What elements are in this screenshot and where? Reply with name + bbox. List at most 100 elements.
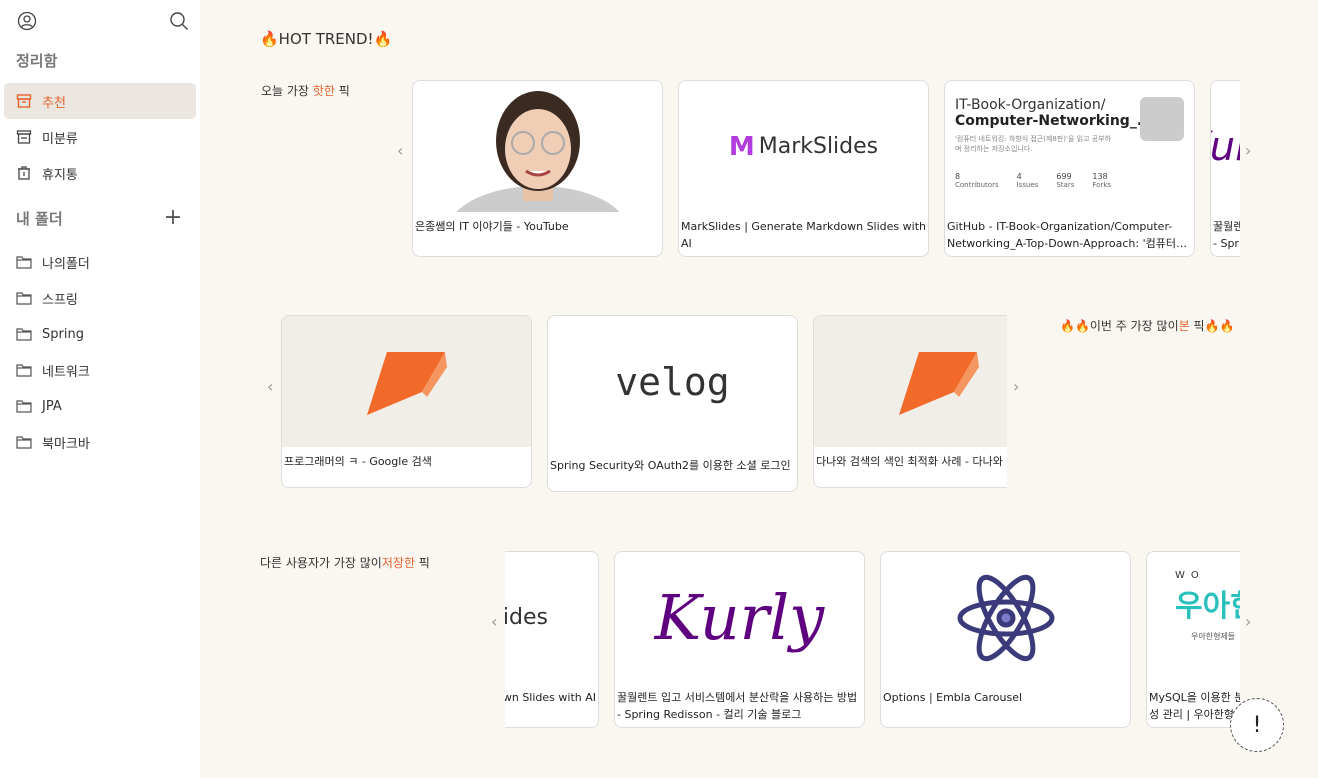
link-card[interactable]: M MarkSlides MarkSlides | Generate Markdo… xyxy=(678,80,929,257)
folder-label: 스프링 xyxy=(42,292,78,308)
link-card[interactable]: Kurly 꿀월렌트 입고 서비스템에서 분산락을 사용하는 방법 - Spri… xyxy=(614,551,865,728)
inbox-icon xyxy=(16,130,32,144)
carousel-hot: 은종쌤의 IT 이야기들 - YouTube M MarkSlides MarkS… xyxy=(412,80,1240,262)
card-title: 다나와 검색의 색인 최적화 사례 - 다나와 블로그 xyxy=(816,455,1007,468)
link-card[interactable]: IT-Book-Organization/ Computer-Networkin… xyxy=(944,80,1195,257)
woowa-sub: 우아한형제들 xyxy=(1191,632,1236,641)
help-button[interactable]: ! xyxy=(1230,698,1284,752)
sidebar-folder[interactable]: 북마크바 xyxy=(4,424,196,460)
sidebar-item-recommend[interactable]: 추천 xyxy=(4,83,196,119)
gh-stat-key: Contributors xyxy=(955,181,999,189)
link-card[interactable]: Kurly 꿀월렌트 입고 서비스템에서 분산락을 사용하는 방법 - Spri… xyxy=(1210,80,1240,257)
link-card[interactable]: velog Spring Security와 OAuth2를 이용한 소셜 로그… xyxy=(547,315,798,492)
carousel-prev-button[interactable]: ‹ xyxy=(397,141,403,160)
folders-title: 내 폴더 xyxy=(16,210,63,228)
card-thumbnail xyxy=(413,81,662,212)
kurly-logo: Kurly xyxy=(654,581,825,654)
sidebar-item-label: 휴지통 xyxy=(42,167,78,183)
link-card[interactable]: 다나와 검색의 색인 최적화 사례 - 다나와 블로그 xyxy=(813,315,1007,488)
gh-stat-key: Issues xyxy=(1016,181,1039,189)
woowa-logo: 우아한 xyxy=(1175,589,1240,624)
row1-label: 오늘 가장 핫한 픽 xyxy=(261,82,350,99)
link-card[interactable]: WO 우아한 우아한형제들 MySQL을 이용한 분산락으로 여러 서버에 걸친… xyxy=(1146,551,1240,728)
card-title: MySQL을 이용한 분산락으로 여러 서버에 걸친 동시성 관리 | 우아한형… xyxy=(1149,691,1240,721)
section-title: 정리함 xyxy=(16,52,58,70)
link-card[interactable]: 프로그래머의 ㅋ - Google 검색 xyxy=(281,315,532,488)
folder-label: 네트워크 xyxy=(42,364,90,380)
folder-icon xyxy=(16,364,32,377)
card-title: 은종쌤의 IT 이야기들 - YouTube xyxy=(415,220,569,233)
gh-stat: 138 Forks xyxy=(1092,172,1111,189)
folder-icon xyxy=(16,328,32,341)
label-text: 픽 xyxy=(414,556,430,570)
folder-icon xyxy=(16,292,32,305)
sidebar-folder[interactable]: 스프링 xyxy=(4,280,196,316)
sidebar-item-label: 미분류 xyxy=(42,131,78,147)
label-text: 픽 xyxy=(334,84,350,98)
main-content: 🔥HOT TREND!🔥 오늘 가장 핫한 픽 ‹ › 은종쌤의 IT 이야기들… xyxy=(200,0,1318,778)
trash-icon xyxy=(18,166,30,180)
velog-logo: velog xyxy=(615,359,730,404)
carousel-most-viewed: 프로그래머의 ㅋ - Google 검색 velog Spring Securi… xyxy=(281,315,1007,497)
card-thumbnail: WO 우아한 우아한형제들 xyxy=(1147,552,1240,683)
card-title: 꿀월렌트 입고 서비스템에서 분산락을 사용하는 방법 - Spring Red… xyxy=(1213,220,1240,250)
card-title: GitHub - IT-Book-Organization/Computer-N… xyxy=(947,220,1187,250)
carousel-most-saved: lides MarkSlides | Generate Markdown Sli… xyxy=(505,551,1240,733)
kurly-logo: Kurly xyxy=(1211,123,1240,170)
profile-icon[interactable] xyxy=(16,10,38,32)
gh-stat-key: Stars xyxy=(1056,181,1075,189)
label-text: 다른 사용자가 가장 많이 xyxy=(260,556,382,570)
gh-stat-value: 8 xyxy=(955,172,961,181)
link-card[interactable]: Options | Embla Carousel xyxy=(880,551,1131,728)
folder-icon xyxy=(16,256,32,269)
gh-image xyxy=(1140,97,1184,141)
sidebar-item-uncategorized[interactable]: 미분류 xyxy=(4,119,196,155)
card-thumbnail: velog xyxy=(548,316,797,447)
card-thumbnail xyxy=(282,316,531,447)
markslides-logo: lides xyxy=(505,605,548,630)
folder-label: Spring xyxy=(42,326,84,342)
carousel-next-button[interactable]: › xyxy=(1013,377,1019,396)
carousel-prev-button[interactable]: ‹ xyxy=(491,612,497,631)
card-thumbnail xyxy=(814,316,1007,447)
link-card[interactable]: 은종쌤의 IT 이야기들 - YouTube xyxy=(412,80,663,257)
folder-label: JPA xyxy=(42,398,62,414)
embla-atom-icon xyxy=(957,574,1054,661)
card-title: MarkSlides | Generate Markdown Slides wi… xyxy=(681,220,926,250)
carousel-next-button[interactable]: › xyxy=(1245,141,1251,160)
sidebar-item-trash[interactable]: 휴지통 xyxy=(4,155,196,191)
markslides-logo-icon: M xyxy=(728,131,755,162)
flag-logo-icon xyxy=(899,351,979,415)
sidebar: 정리함 추천 미분류 휴지통 내 폴더 + 나의폴더스프링 Spring 네트워크 J… xyxy=(0,0,200,778)
gh-stat-value: 4 xyxy=(1016,172,1022,181)
label-highlight: 저장한 xyxy=(381,556,415,570)
sidebar-item-label: 추천 xyxy=(42,95,66,111)
link-card[interactable]: lides MarkSlides | Generate Markdown Sli… xyxy=(505,551,599,728)
label-text: 오늘 가장 xyxy=(261,84,313,98)
card-title: 프로그래머의 ㅋ - Google 검색 xyxy=(284,455,432,468)
sidebar-folder[interactable]: JPA xyxy=(4,388,196,424)
sidebar-folder[interactable]: 나의폴더 xyxy=(4,244,196,280)
card-thumbnail xyxy=(881,552,1130,683)
carousel-next-button[interactable]: › xyxy=(1245,612,1251,631)
gh-stat-value: 699 xyxy=(1056,172,1072,181)
folder-label: 나의폴더 xyxy=(42,256,90,272)
gh-stat-key: Forks xyxy=(1092,181,1112,189)
card-title: MarkSlides | Generate Markdown Slides wi… xyxy=(505,691,596,704)
markslides-logo: MarkSlides xyxy=(758,134,879,159)
folder-icon xyxy=(16,436,32,449)
github-preview: IT-Book-Organization/ Computer-Networkin… xyxy=(945,81,1194,212)
sidebar-folder[interactable]: Spring xyxy=(4,316,196,352)
sidebar-folder[interactable]: 네트워크 xyxy=(4,352,196,388)
card-title: 꿀월렌트 입고 서비스템에서 분산락을 사용하는 방법 - Spring Red… xyxy=(617,691,858,721)
gh-stat: 8 Contributors xyxy=(955,172,999,189)
add-folder-icon[interactable]: + xyxy=(163,205,183,230)
gh-stat-value: 138 xyxy=(1092,172,1108,181)
card-thumbnail: Kurly xyxy=(615,552,864,683)
carousel-prev-button[interactable]: ‹ xyxy=(267,377,273,396)
archive-icon xyxy=(16,94,32,108)
page-heading: 🔥HOT TREND!🔥 xyxy=(260,30,393,48)
label-text: 🔥🔥이번 주 가장 많이 xyxy=(1060,319,1179,333)
search-icon[interactable] xyxy=(168,10,190,32)
woowa-top: WO xyxy=(1175,570,1205,581)
